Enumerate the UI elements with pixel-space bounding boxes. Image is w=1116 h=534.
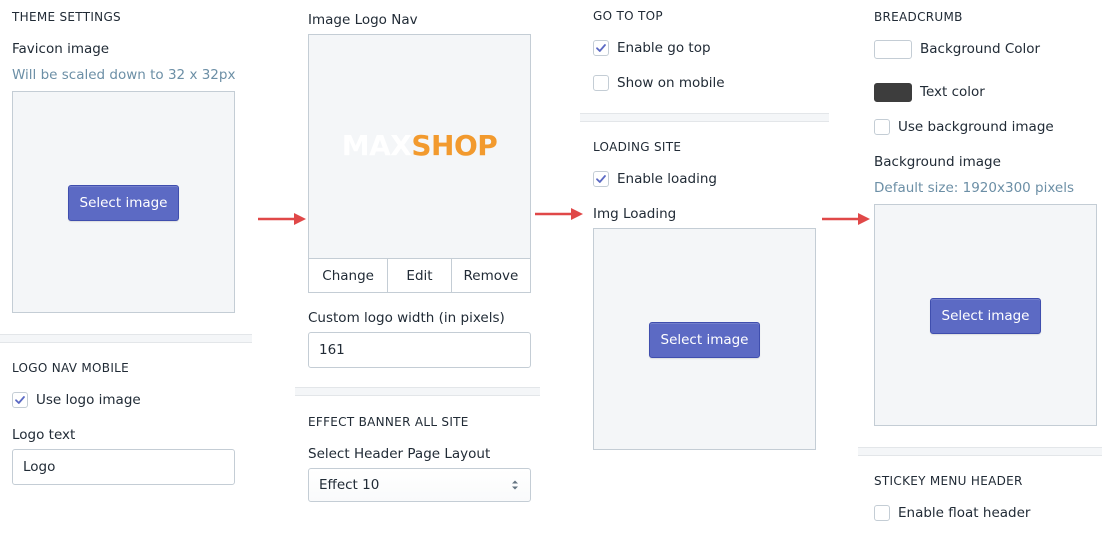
change-image-button[interactable]: Change <box>309 259 387 292</box>
logo-nav-mobile-title: LOGO NAV MOBILE <box>12 361 130 375</box>
loading-site-title: LOADING SITE <box>593 140 682 154</box>
arrow-right-icon <box>822 213 870 225</box>
header-layout-value: Effect 10 <box>319 477 380 493</box>
enable-float-header-label: Enable float header <box>898 505 1031 521</box>
favicon-image-box: Select image <box>12 91 235 313</box>
logo-text-label: Logo text <box>12 427 76 443</box>
checkmark-icon <box>596 175 606 183</box>
breadcrumb-title: BREADCRUMB <box>874 10 963 24</box>
section-divider <box>858 447 1102 456</box>
favicon-select-image-button[interactable]: Select image <box>68 185 179 221</box>
logo-text-input[interactable]: Logo <box>12 449 235 485</box>
image-logo-nav-label: Image Logo Nav <box>308 12 418 28</box>
logo-image-actions: Change Edit Remove <box>308 259 531 293</box>
logo-image-preview: MAXSHOP <box>308 34 531 259</box>
go-to-top-title: GO TO TOP <box>593 9 663 23</box>
section-divider <box>0 334 252 343</box>
enable-go-top-checkbox[interactable] <box>593 40 609 56</box>
section-divider <box>580 113 829 122</box>
custom-logo-width-value: 161 <box>319 342 345 358</box>
remove-image-button[interactable]: Remove <box>450 259 530 292</box>
background-image-hint: Default size: 1920x300 pixels <box>874 180 1075 196</box>
loading-select-image-button[interactable]: Select image <box>649 322 760 358</box>
header-layout-select[interactable]: Effect 10 <box>308 468 531 502</box>
section-divider <box>295 387 540 396</box>
use-background-image-checkbox[interactable] <box>874 119 890 135</box>
checkmark-icon <box>596 44 606 52</box>
background-image-box: Select image <box>874 204 1097 426</box>
edit-image-button[interactable]: Edit <box>387 259 451 292</box>
background-color-swatch[interactable] <box>874 40 912 59</box>
arrow-right-icon <box>535 208 583 220</box>
logo-text-value: Logo <box>23 459 56 475</box>
logo-shop-text: SHOP <box>411 129 498 162</box>
background-color-label: Background Color <box>920 41 1041 57</box>
sticky-menu-title: STICKEY MENU HEADER <box>874 474 1023 488</box>
use-logo-image-label: Use logo image <box>36 392 141 408</box>
theme-settings-title: THEME SETTINGS <box>12 10 121 24</box>
background-select-image-button[interactable]: Select image <box>930 298 1041 334</box>
text-color-label: Text color <box>920 84 985 100</box>
img-loading-label: Img Loading <box>593 206 677 222</box>
custom-logo-width-input[interactable]: 161 <box>308 332 531 368</box>
background-image-label: Background image <box>874 154 1001 170</box>
use-background-image-label: Use background image <box>898 119 1054 135</box>
custom-logo-width-label: Custom logo width (in pixels) <box>308 310 505 326</box>
checkmark-icon <box>15 396 25 404</box>
use-logo-image-checkbox[interactable] <box>12 392 28 408</box>
logo-max-text: MAX <box>341 129 412 162</box>
show-on-mobile-checkbox[interactable] <box>593 75 609 91</box>
loading-image-box: Select image <box>593 228 816 450</box>
favicon-label: Favicon image <box>12 41 110 57</box>
enable-go-top-label: Enable go top <box>617 40 711 56</box>
header-layout-label: Select Header Page Layout <box>308 446 491 462</box>
select-caret-icon <box>512 480 518 490</box>
enable-float-header-checkbox[interactable] <box>874 505 890 521</box>
enable-loading-checkbox[interactable] <box>593 171 609 187</box>
favicon-hint: Will be scaled down to 32 x 32px <box>12 67 236 83</box>
effect-banner-title: EFFECT BANNER ALL SITE <box>308 415 469 429</box>
text-color-swatch[interactable] <box>874 83 912 102</box>
arrow-right-icon <box>258 213 306 225</box>
enable-loading-label: Enable loading <box>617 171 718 187</box>
show-on-mobile-label: Show on mobile <box>617 75 725 91</box>
maxshop-logo: MAXSHOP <box>309 129 530 163</box>
